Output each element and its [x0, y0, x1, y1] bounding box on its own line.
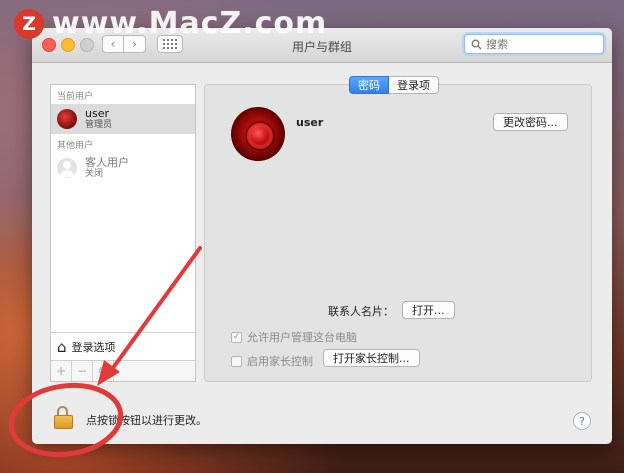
guest-name: 客人用户	[85, 155, 129, 169]
watermark-text: www.MacZ.com	[52, 6, 328, 41]
search-icon	[471, 39, 482, 49]
gear-icon[interactable]: ⚙	[93, 361, 114, 381]
open-contact-card-button[interactable]: 打开...	[402, 301, 455, 319]
user-row-current[interactable]: user 管理员	[51, 104, 195, 134]
preferences-window: ‹ › 用户与群组 当前用户 user 管理员 其他用户	[32, 28, 612, 444]
parental-controls-label: 启用家长控制	[247, 355, 313, 368]
tab-password[interactable]: 密码	[349, 76, 389, 94]
panel-username: user	[296, 116, 324, 129]
user-role: 管理员	[85, 119, 113, 130]
lock-hint-text: 点按锁按钮以进行更改。	[86, 414, 207, 427]
house-icon: ⌂	[57, 338, 67, 356]
search-field[interactable]	[464, 34, 604, 54]
other-users-header: 其他用户	[57, 141, 94, 151]
tab-login-items[interactable]: 登录项	[389, 76, 439, 94]
add-user-button[interactable]: +	[51, 361, 72, 381]
user-row-guest[interactable]: 客人用户 关闭	[51, 153, 195, 183]
tab-bar: 密码 登录项	[349, 76, 439, 94]
search-input[interactable]	[486, 37, 596, 51]
login-options-item[interactable]: ⌂ 登录选项	[51, 332, 195, 361]
user-list-sidebar: 当前用户 user 管理员 其他用户 客人用户 关闭 ⌂ 登录选项 + − ⚙	[50, 84, 196, 382]
user-avatar	[57, 109, 77, 129]
current-users-header: 当前用户	[57, 92, 94, 102]
guest-status: 关闭	[85, 168, 104, 179]
allow-admin-label: 允许用户管理这台电脑	[247, 331, 357, 344]
allow-admin-checkbox[interactable]: ✓	[231, 331, 242, 343]
user-avatar-large[interactable]	[231, 107, 285, 161]
sidebar-toolbar: + − ⚙	[51, 360, 195, 381]
open-parental-controls-button[interactable]: 打开家长控制...	[323, 349, 420, 367]
user-name: user	[85, 106, 109, 120]
remove-user-button[interactable]: −	[72, 361, 93, 381]
change-password-button[interactable]: 更改密码...	[493, 113, 568, 131]
watermark-logo: Z	[14, 8, 44, 39]
allow-admin-row: ✓ 允许用户管理这台电脑	[231, 329, 357, 345]
contact-card-label: 联系人名片：	[328, 305, 394, 318]
user-detail-panel: 密码 登录项 user 更改密码... 联系人名片： 打开... ✓ 允许用户管…	[204, 76, 592, 382]
guest-avatar-icon	[57, 158, 77, 178]
lock-icon[interactable]	[54, 406, 73, 429]
parental-controls-checkbox[interactable]	[231, 355, 242, 367]
watermark: Z www.MacZ.com	[14, 6, 327, 41]
help-button[interactable]: ?	[573, 412, 591, 430]
parental-controls-row: 启用家长控制	[231, 353, 313, 369]
login-options-label: 登录选项	[71, 341, 116, 354]
